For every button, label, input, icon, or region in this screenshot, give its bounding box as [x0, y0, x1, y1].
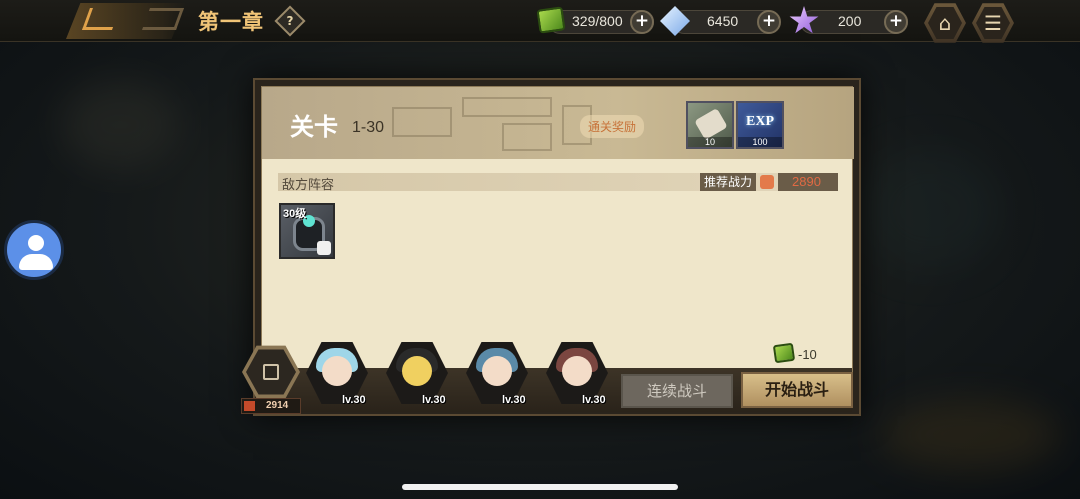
stamina-icon: [536, 6, 566, 34]
continuous-battle-button[interactable]: 连续战斗: [621, 374, 733, 408]
map-decoration: [462, 97, 552, 117]
avatar-head: [28, 235, 44, 251]
menu-icon: ☰: [976, 7, 1010, 39]
stage-number: 1-30: [352, 119, 385, 136]
hero-level: lv.30: [422, 394, 446, 406]
map-decoration: [502, 123, 552, 151]
stage-label: 关卡: [290, 113, 338, 141]
map-decoration: [392, 107, 452, 137]
power-icon: [244, 401, 255, 411]
add-star-button[interactable]: +: [884, 10, 908, 34]
menu-button[interactable]: ☰: [972, 3, 1014, 43]
add-diamond-button[interactable]: +: [757, 10, 781, 34]
recommended-power-label: 推荐战力: [700, 173, 757, 191]
home-button[interactable]: ⌂: [924, 3, 966, 43]
enemy-unit-card[interactable]: 30级: [279, 203, 335, 259]
fist-icon: [760, 175, 774, 189]
reward-count: 10: [688, 137, 732, 147]
enemy-lineup-bar: 敌方阵容 推荐战力 2890: [278, 173, 838, 193]
start-battle-button[interactable]: 开始战斗: [741, 372, 853, 408]
lock-icon: [263, 364, 279, 380]
hero-face: [402, 356, 432, 386]
recommended-power-value: 2890: [778, 173, 838, 191]
home-indicator[interactable]: [402, 484, 678, 490]
diamond-value: 6450: [707, 13, 739, 29]
reward-count: 100: [738, 137, 782, 147]
home-icon: ⌂: [928, 7, 962, 39]
exp-icon: EXP: [746, 114, 774, 129]
chapter-title: 第一章: [198, 10, 264, 34]
background-blur: [60, 80, 180, 170]
avatar-button[interactable]: [4, 220, 64, 280]
enemy-type-icon: [317, 241, 331, 255]
background-blur: [860, 150, 1000, 270]
stamina-value: 329/800: [572, 13, 623, 29]
enemy-level: 30级: [283, 208, 307, 220]
logo-mark: [141, 8, 185, 30]
team-power-value: 2914: [266, 400, 289, 411]
help-icon: ?: [286, 14, 294, 28]
hero-face: [482, 356, 512, 386]
star-value: 200: [838, 13, 862, 29]
reward-scroll[interactable]: 10: [686, 101, 734, 149]
hero-level: lv.30: [342, 394, 366, 406]
scroll-icon: [694, 107, 728, 141]
team-power: 2914: [241, 398, 301, 414]
dialog-header: 关卡 1-30 通关奖励 10 EXP 100: [262, 87, 854, 159]
reward-exp[interactable]: EXP 100: [736, 101, 784, 149]
stamina-cost-value: -10: [798, 347, 817, 362]
avatar-body: [19, 254, 53, 270]
enemy-lineup-label: 敌方阵容: [282, 178, 335, 193]
help-button[interactable]: ?: [274, 5, 306, 37]
add-stamina-button[interactable]: +: [630, 10, 654, 34]
stamina-cost-icon: [772, 342, 796, 364]
clear-reward-label: 通关奖励: [580, 115, 645, 138]
hero-level: lv.30: [502, 394, 526, 406]
background-blur: [880, 400, 1060, 470]
lock-frame: [246, 349, 296, 395]
hero-face: [562, 356, 592, 386]
hero-face: [322, 356, 352, 386]
hero-level: lv.30: [582, 394, 606, 406]
top-bar: 第一章 ? 329/800 + 6450 + 200 + ⌂ ☰: [0, 0, 1080, 43]
